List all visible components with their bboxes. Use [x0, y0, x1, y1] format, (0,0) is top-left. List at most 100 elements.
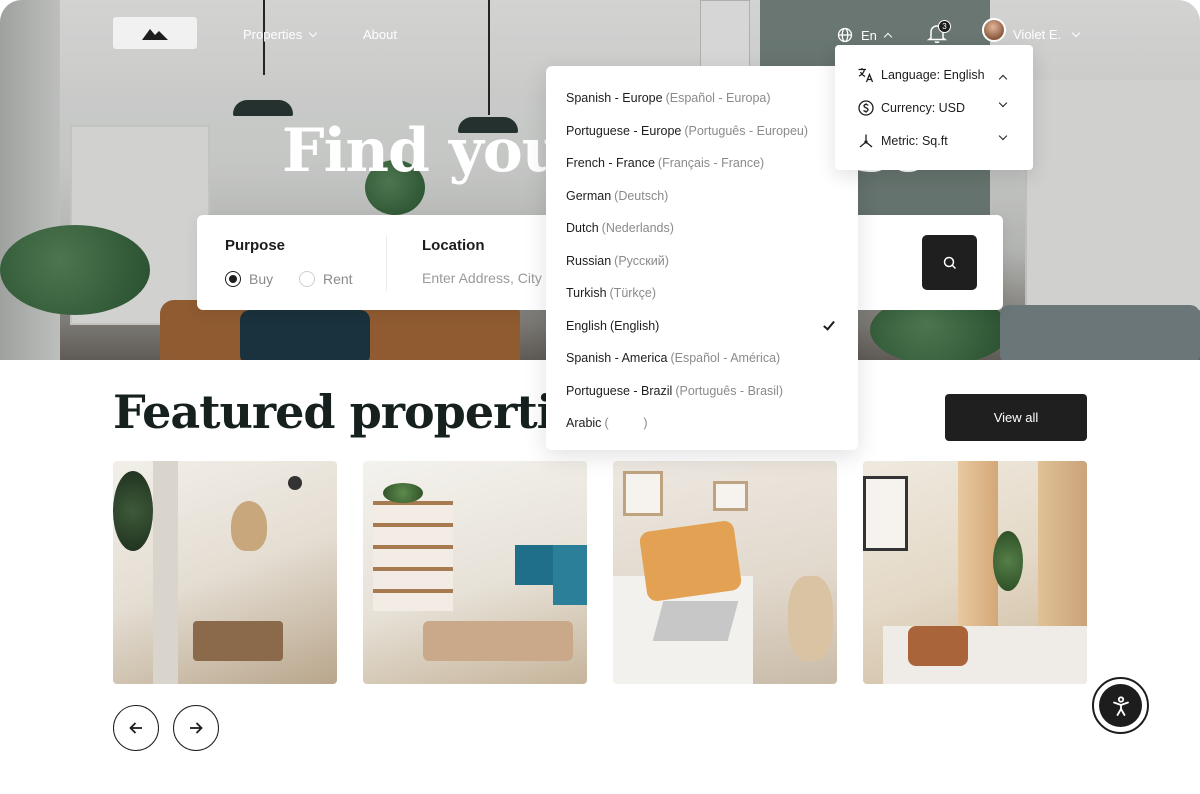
- language-native: ( ): [604, 416, 648, 431]
- chevron-down-icon[interactable]: [998, 131, 1008, 141]
- location-input[interactable]: [422, 270, 547, 286]
- card-plant: [993, 531, 1023, 591]
- language-name: German: [566, 188, 612, 203]
- property-card[interactable]: [113, 461, 337, 684]
- card-sofa: [423, 621, 573, 661]
- setting-currency-label: Currency: USD: [881, 101, 966, 115]
- language-option[interactable]: Portuguese - Europe (Português - Europeu): [546, 115, 858, 148]
- setting-language-label: Language: English: [881, 68, 985, 82]
- property-card[interactable]: [863, 461, 1087, 684]
- language-option[interactable]: Russian (Русский): [546, 245, 858, 278]
- purpose-rent-radio[interactable]: Rent: [299, 271, 353, 287]
- setting-metric[interactable]: Metric: Sq.ft: [857, 132, 948, 150]
- mountain-icon: [142, 29, 168, 40]
- language-name: English: [566, 318, 607, 333]
- property-card[interactable]: [363, 461, 587, 684]
- radio-dot: [225, 271, 241, 287]
- setting-currency[interactable]: Currency: USD: [857, 99, 965, 117]
- featured-title: Featured properties: [113, 385, 607, 439]
- card-window: [515, 545, 555, 585]
- language-native: (English): [610, 318, 660, 333]
- language-option[interactable]: Turkish (Türkçe): [546, 277, 858, 310]
- card-pillow: [908, 626, 968, 666]
- chevron-down-icon[interactable]: [998, 98, 1008, 108]
- carousel-next-button[interactable]: [173, 705, 219, 751]
- language-native: (Español - América): [670, 351, 781, 366]
- card-frame: [863, 476, 908, 551]
- nav-about[interactable]: About: [363, 27, 397, 42]
- card-curtain: [958, 461, 998, 651]
- translate-icon: [857, 66, 875, 84]
- search-icon: [943, 256, 956, 269]
- check-icon: [823, 317, 835, 331]
- language-option[interactable]: German (Deutsch): [546, 180, 858, 213]
- card-pillow: [638, 519, 743, 603]
- language-name: Turkish: [566, 286, 607, 301]
- rent-label: Rent: [323, 271, 353, 287]
- card-plant: [113, 471, 153, 551]
- language-name: Spanish - Europe: [566, 91, 663, 106]
- setting-metric-label: Metric: Sq.ft: [881, 134, 948, 148]
- language-native: (Português - Europeu): [684, 123, 809, 138]
- language-option-selected[interactable]: English (English): [546, 310, 858, 343]
- logo[interactable]: [113, 17, 197, 49]
- nav-properties[interactable]: Properties: [243, 27, 318, 42]
- language-dropdown: Spanish - Europe (Español - Europa) Portu…: [546, 66, 858, 450]
- card-laptop: [652, 601, 739, 641]
- card-basket: [788, 576, 833, 661]
- language-name: Portuguese - Europe: [566, 123, 682, 138]
- purpose-label: Purpose: [225, 237, 286, 254]
- chevron-up-icon[interactable]: [998, 74, 1008, 84]
- language-option[interactable]: Spanish - Europe (Español - Europa): [546, 82, 858, 115]
- card-frame: [623, 471, 663, 516]
- field-divider: [386, 235, 387, 291]
- language-name: Dutch: [566, 221, 599, 236]
- card-frame: [713, 481, 748, 511]
- chevron-up-icon: [883, 32, 893, 41]
- setting-language[interactable]: Language: English: [857, 66, 985, 84]
- language-native: (Español - Europa): [665, 91, 771, 106]
- currency-icon: [857, 99, 875, 117]
- card-pillar: [153, 461, 178, 684]
- language-toggle-label: En: [861, 27, 877, 43]
- settings-dropdown: Language: English Currency: USD Metric: …: [835, 45, 1033, 170]
- card-lamp: [231, 501, 267, 551]
- user-name: Violet E.: [1013, 27, 1062, 42]
- language-name: Portuguese - Brazil: [566, 383, 673, 398]
- user-menu[interactable]: Violet E.: [1013, 27, 1081, 42]
- accessibility-button[interactable]: [1092, 677, 1149, 734]
- view-all-button[interactable]: View all: [945, 394, 1087, 441]
- nav-properties-label: Properties: [243, 27, 303, 42]
- language-name: Russian: [566, 253, 612, 268]
- language-native: (Português - Brasil): [675, 383, 783, 398]
- globe-icon: [837, 27, 853, 43]
- card-shelf: [373, 501, 453, 611]
- nav-about-label: About: [363, 27, 397, 42]
- arrow-right-icon: [190, 722, 203, 734]
- language-name: Arabic: [566, 416, 602, 431]
- card-plant: [383, 483, 423, 503]
- accessibility-icon: [1112, 695, 1129, 716]
- language-option[interactable]: Portuguese - Brazil (Português - Brasil): [546, 375, 858, 408]
- avatar[interactable]: [982, 18, 1006, 42]
- language-option[interactable]: French - France (Français - France): [546, 147, 858, 180]
- language-native: (Français - France): [657, 156, 765, 171]
- card-door: [553, 545, 587, 605]
- language-option[interactable]: Dutch (Nederlands): [546, 212, 858, 245]
- buy-label: Buy: [249, 271, 274, 287]
- carousel-prev-button[interactable]: [113, 705, 159, 751]
- language-option[interactable]: Spanish - America (Español - América): [546, 342, 858, 375]
- language-name: Spanish - America: [566, 351, 668, 366]
- language-toggle[interactable]: En: [837, 27, 893, 43]
- purpose-buy-radio[interactable]: Buy: [225, 271, 273, 287]
- language-native: (Русский): [614, 253, 669, 268]
- accessibility-icon-bg: [1099, 684, 1142, 727]
- language-native: (Nederlands): [601, 221, 674, 236]
- card-seating: [193, 621, 283, 661]
- property-card[interactable]: [613, 461, 837, 684]
- language-native: (Deutsch): [614, 188, 669, 203]
- language-option[interactable]: Arabic( ): [546, 407, 858, 440]
- chevron-down-icon: [309, 28, 318, 38]
- search-button[interactable]: [922, 235, 977, 290]
- language-native: (Türkçe): [609, 286, 657, 301]
